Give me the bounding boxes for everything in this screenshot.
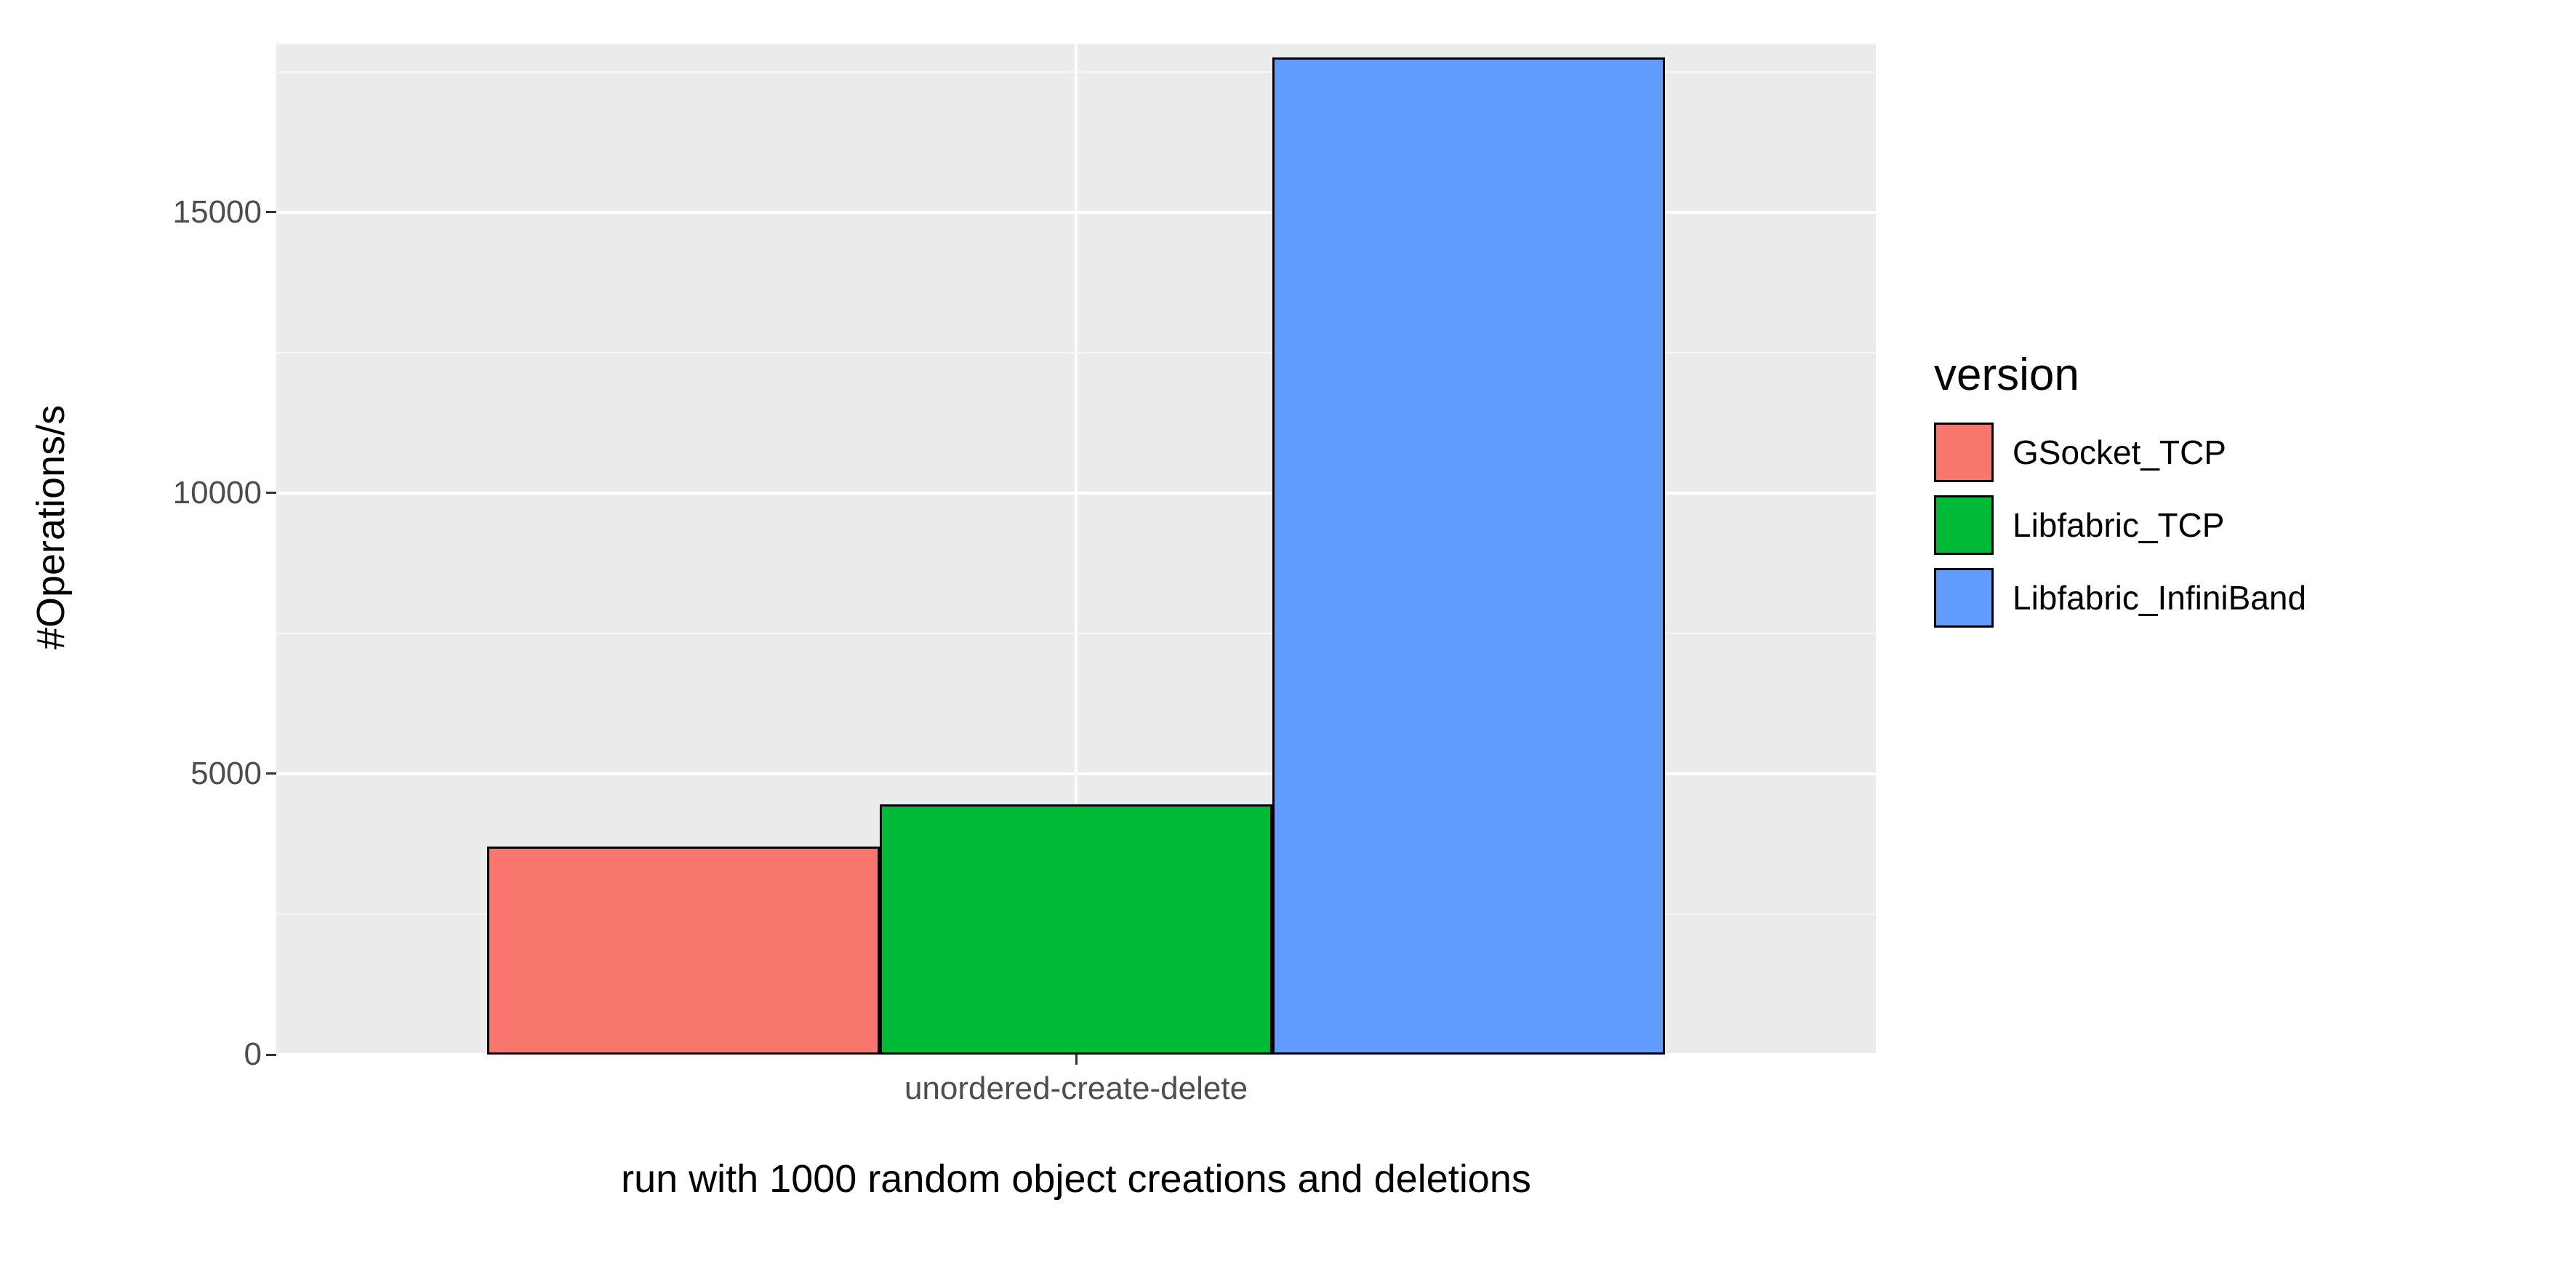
x-axis-title: run with 1000 random object creations an…: [276, 1156, 1876, 1201]
bar-chart: #Operations/s run with 1000 random objec…: [0, 0, 2576, 1288]
legend-label: Libfabric_InfiniBand: [2013, 578, 2306, 617]
x-tick: [1075, 1055, 1078, 1065]
legend: version GSocket_TCP Libfabric_TCP Libfabri…: [1934, 349, 2516, 641]
y-tick-label: 0: [102, 1036, 262, 1073]
y-tick: [266, 492, 276, 494]
bar-Libfabric_TCP: [880, 804, 1272, 1055]
legend-label: Libfabric_TCP: [2013, 505, 2224, 545]
plot-panel: [276, 44, 1876, 1055]
y-tick-label: 10000: [102, 475, 262, 511]
legend-swatch: [1934, 495, 1994, 555]
legend-item: Libfabric_TCP: [1934, 495, 2516, 555]
legend-swatch: [1934, 568, 1994, 628]
legend-items: GSocket_TCP Libfabric_TCP Libfabric_Infini…: [1934, 423, 2516, 628]
legend-swatch: [1934, 423, 1994, 482]
legend-title: version: [1934, 349, 2516, 401]
y-tick-label: 5000: [102, 756, 262, 792]
y-tick: [266, 1054, 276, 1056]
y-tick: [266, 211, 276, 213]
y-axis-title: #Operations/s: [7, 0, 95, 1055]
legend-label: GSocket_TCP: [2013, 433, 2226, 472]
legend-item: Libfabric_InfiniBand: [1934, 568, 2516, 628]
y-axis-title-text: #Operations/s: [28, 405, 73, 649]
bar-Libfabric_InfiniBand: [1272, 57, 1665, 1055]
x-tick-label: unordered-create-delete: [904, 1071, 1248, 1107]
y-tick-label: 15000: [102, 194, 262, 231]
bar-GSocket_TCP: [487, 847, 880, 1055]
y-tick: [266, 772, 276, 775]
legend-item: GSocket_TCP: [1934, 423, 2516, 482]
